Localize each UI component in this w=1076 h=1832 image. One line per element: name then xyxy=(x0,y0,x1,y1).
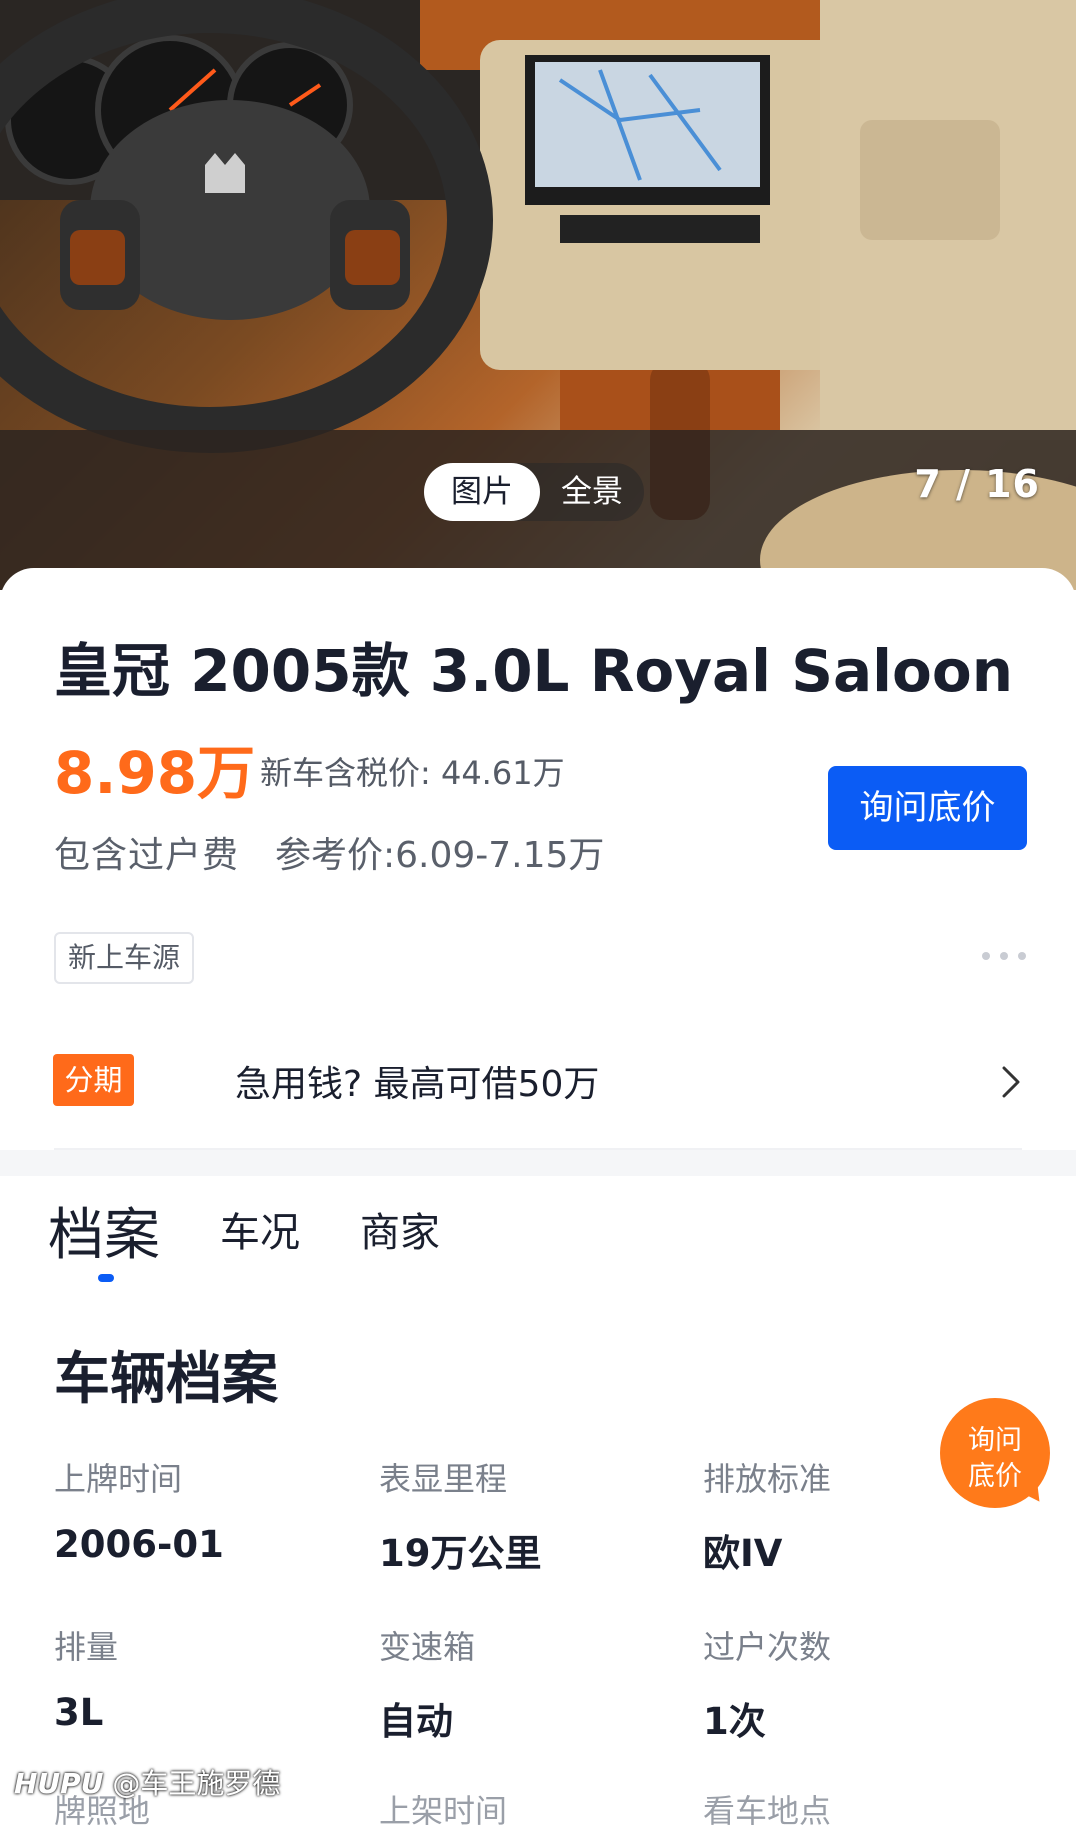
watermark-brand: HUPU xyxy=(14,1767,104,1800)
loan-text[interactable]: 急用钱? 最高可借50万 xyxy=(235,1055,599,1107)
photo-counter: 7 / 16 xyxy=(914,462,1040,506)
section-gap xyxy=(0,1150,1076,1176)
spec-label-transfers: 过户次数 xyxy=(703,1628,832,1666)
spec-value-emission: 欧IV xyxy=(703,1532,783,1575)
tab-condition[interactable]: 车况 xyxy=(220,1200,300,1258)
car-photo-gallery[interactable]: 图片 全景 7 / 16 xyxy=(0,0,1076,590)
floating-ask-price-button[interactable]: 询问 底价 xyxy=(940,1398,1051,1510)
fee-note: 包含过户费 xyxy=(54,835,240,876)
spec-label-viewing-location: 看车地点 xyxy=(703,1792,832,1830)
active-tab-indicator xyxy=(98,1274,114,1282)
tab-archive[interactable]: 档案 xyxy=(48,1190,160,1271)
watermark: HUPU @车王施罗德 xyxy=(14,1762,280,1802)
new-car-price: 新车含税价: 44.61万 xyxy=(260,754,565,792)
spec-value-gearbox: 自动 xyxy=(379,1700,453,1743)
listing-card: 皇冠 2005款 3.0L Royal Saloon 8.98万 新车含税价: … xyxy=(0,568,1076,1830)
tab-dealer[interactable]: 商家 xyxy=(360,1200,440,1258)
tab-panorama[interactable]: 全景 xyxy=(540,463,644,521)
watermark-handle: @车王施罗德 xyxy=(112,1767,281,1800)
spec-label-mileage: 表显里程 xyxy=(379,1460,508,1498)
reference-price: 参考价:6.09-7.15万 xyxy=(275,835,605,876)
archive-title: 车辆档案 xyxy=(54,1347,278,1412)
listing-title: 皇冠 2005款 3.0L Royal Saloon xyxy=(54,637,1014,705)
spec-label-gearbox: 变速箱 xyxy=(379,1628,476,1666)
spec-value-reg-date: 2006-01 xyxy=(54,1523,224,1566)
ask-price-button[interactable]: 询问底价 xyxy=(828,766,1027,850)
spec-value-mileage: 19万公里 xyxy=(379,1532,542,1575)
spec-value-displacement: 3L xyxy=(54,1691,104,1734)
chevron-right-icon[interactable] xyxy=(996,1064,1026,1100)
spec-label-displacement: 排量 xyxy=(54,1628,119,1666)
tab-photos[interactable]: 图片 xyxy=(424,463,540,521)
floating-ask-line1: 询问 xyxy=(968,1425,1022,1456)
spec-value-transfers: 1次 xyxy=(703,1700,766,1743)
installment-badge: 分期 xyxy=(53,1054,134,1106)
spec-label-emission: 排放标准 xyxy=(703,1460,832,1498)
gallery-mode-switch: 图片 全景 xyxy=(424,463,644,521)
spec-label-reg-date: 上牌时间 xyxy=(54,1460,183,1498)
floating-ask-line2: 底价 xyxy=(968,1461,1022,1492)
spec-label-listed-time: 上架时间 xyxy=(379,1792,508,1830)
new-listing-tag: 新上车源 xyxy=(54,932,195,984)
listing-price: 8.98万 xyxy=(54,739,256,807)
more-options-icon[interactable] xyxy=(982,943,1028,969)
